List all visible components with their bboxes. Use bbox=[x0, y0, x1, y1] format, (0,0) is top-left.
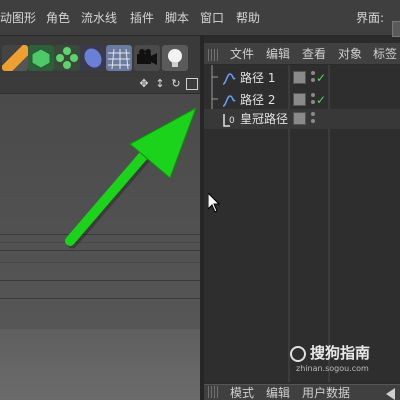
menu-mograph[interactable]: 动图形 bbox=[0, 0, 36, 36]
menu-window[interactable]: 窗口 bbox=[200, 0, 224, 36]
editor-visibility-dot[interactable] bbox=[311, 112, 315, 116]
layout-label: 界面: bbox=[356, 11, 385, 25]
grid-line bbox=[0, 234, 200, 235]
cloner-icon[interactable] bbox=[54, 45, 80, 71]
grid-line bbox=[0, 280, 200, 281]
om-menu-file[interactable]: 文件 bbox=[230, 44, 254, 64]
menu-plugins[interactable]: 插件 bbox=[130, 0, 154, 36]
watermark-text: 搜狗指南 bbox=[310, 344, 371, 362]
svg-text:0: 0 bbox=[229, 116, 235, 126]
zoom-icon[interactable]: ↕ bbox=[154, 78, 166, 90]
watermark-url: zhinan.sogou.com bbox=[296, 364, 369, 373]
render-visibility-dot[interactable] bbox=[311, 100, 315, 104]
grid-line bbox=[0, 250, 200, 251]
mouse-cursor-icon bbox=[208, 193, 220, 213]
layout-dropdown[interactable] bbox=[392, 21, 400, 37]
cube-icon[interactable] bbox=[28, 45, 54, 71]
render-visibility-dot[interactable] bbox=[311, 119, 315, 123]
enabled-check-icon[interactable]: ✓ bbox=[316, 93, 326, 107]
render-visibility-dot[interactable] bbox=[311, 78, 315, 82]
light-bulb-icon[interactable] bbox=[162, 45, 188, 71]
om-menu-edit[interactable]: 编辑 bbox=[266, 44, 290, 64]
grid-line bbox=[0, 262, 200, 263]
enabled-check-icon[interactable]: ✓ bbox=[316, 71, 326, 85]
editor-visibility-dot[interactable] bbox=[311, 93, 315, 97]
rotate-icon[interactable]: ↻ bbox=[170, 78, 182, 90]
attr-menu-user-data[interactable]: 用户数据 bbox=[302, 384, 350, 400]
layer-color-swatch[interactable] bbox=[293, 93, 306, 106]
object-name[interactable]: 皇冠路径 bbox=[240, 109, 288, 129]
back-arrow-icon[interactable] bbox=[386, 388, 395, 400]
om-menu-view[interactable]: 查看 bbox=[302, 44, 326, 64]
maximize-icon[interactable] bbox=[186, 78, 198, 90]
grid-line bbox=[0, 242, 200, 243]
layer-color-swatch[interactable] bbox=[293, 71, 306, 84]
loft-icon: 0 bbox=[222, 112, 236, 127]
object-name[interactable]: 路径 2 bbox=[240, 90, 275, 110]
om-menu-objects[interactable]: 对象 bbox=[338, 44, 362, 64]
spline-icon bbox=[222, 71, 236, 85]
layer-color-swatch[interactable] bbox=[293, 112, 306, 125]
om-menu-tags[interactable]: 标签 bbox=[373, 44, 397, 64]
menu-help[interactable]: 帮助 bbox=[236, 0, 260, 36]
move-icon[interactable]: ✥ bbox=[138, 78, 150, 90]
panel-grip-icon[interactable] bbox=[208, 386, 220, 398]
grid-line bbox=[0, 298, 200, 299]
attr-menu-mode[interactable]: 模式 bbox=[230, 384, 254, 400]
menu-script[interactable]: 脚本 bbox=[165, 0, 189, 36]
pen-tool-icon[interactable] bbox=[2, 45, 28, 71]
attr-menu-edit[interactable]: 编辑 bbox=[266, 384, 290, 400]
deformer-icon[interactable] bbox=[80, 45, 106, 71]
object-name[interactable]: 路径 1 bbox=[240, 68, 275, 88]
3d-viewport[interactable] bbox=[0, 94, 200, 400]
viewport-floor bbox=[0, 329, 200, 400]
spline-icon bbox=[222, 93, 236, 107]
editor-visibility-dot[interactable] bbox=[311, 71, 315, 75]
panel-grip-icon[interactable] bbox=[208, 49, 220, 61]
sogou-logo-icon bbox=[290, 346, 306, 362]
menu-character[interactable]: 角色 bbox=[46, 0, 70, 36]
menu-pipeline[interactable]: 流水线 bbox=[81, 0, 117, 36]
camera-icon[interactable] bbox=[134, 45, 160, 71]
floor-grid-icon[interactable] bbox=[106, 45, 132, 71]
